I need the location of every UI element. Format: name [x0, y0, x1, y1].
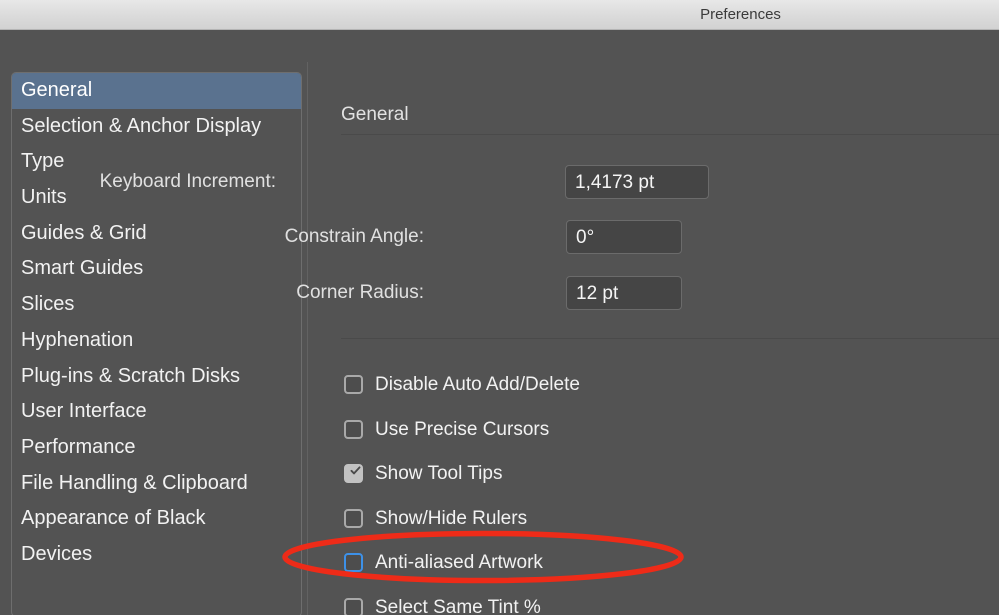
dialog-body: General Selection & Anchor Display Type Uni… — [0, 31, 999, 615]
window-title: Preferences — [700, 6, 781, 23]
checkbox-label: Use Precise Cursors — [375, 418, 550, 440]
sidebar-item-user-interface[interactable]: User Interface — [12, 394, 301, 430]
sidebar-item-smart-guides[interactable]: Smart Guides — [12, 251, 301, 287]
divider-top — [341, 134, 999, 135]
sidebar-item-file-handling-clipboard[interactable]: File Handling & Clipboard — [12, 466, 301, 502]
divider-middle — [341, 338, 999, 339]
checkbox-label: Disable Auto Add/Delete — [375, 374, 580, 395]
sidebar-item-plug-ins-scratch-disks[interactable]: Plug-ins & Scratch Disks — [12, 359, 301, 395]
corner-radius-value: 12 pt — [576, 283, 619, 304]
sidebar-item-appearance-of-black[interactable]: Appearance of Black — [12, 501, 301, 537]
field-row-corner-radius: Corner Radius: 12 pt — [296, 276, 682, 310]
sidebar-item-devices[interactable]: Devices — [12, 537, 301, 573]
checkbox-checked-icon[interactable] — [344, 464, 363, 483]
field-row-constrain-angle: Constrain Angle: 0° — [285, 220, 682, 254]
content-pane: General Keyboard Increment: 1,4173 pt Co… — [100, 62, 999, 615]
checkbox-label: Anti-aliased Artwork — [375, 552, 543, 573]
constrain-angle-label: Constrain Angle: — [284, 226, 424, 247]
category-list[interactable]: General Selection & Anchor Display Type Uni… — [11, 72, 302, 615]
checkbox-label: Show/Hide Rulers — [375, 507, 528, 529]
field-row-keyboard-increment: Keyboard Increment: 1,4173 pt — [100, 165, 709, 199]
sidebar-item-general[interactable]: General — [12, 73, 301, 109]
checkbox-label: Select Same Tint % — [375, 596, 541, 615]
title-bar: Preferences — [0, 0, 999, 30]
corner-radius-label: Corner Radius: — [296, 282, 424, 303]
checkbox-unchecked-icon[interactable] — [344, 508, 363, 528]
sidebar-item-selection-anchor-display[interactable]: Selection & Anchor Display — [12, 109, 301, 145]
checkbox-label: Show Tool Tips — [375, 463, 503, 484]
corner-radius-input[interactable]: 12 pt — [566, 276, 682, 310]
sidebar-item-guides-grid[interactable]: Guides & Grid — [12, 216, 301, 252]
sidebar-item-hyphenation[interactable]: Hyphenation — [12, 323, 301, 359]
checkbox-unchecked-icon[interactable] — [344, 375, 363, 394]
checkbox-unchecked-icon[interactable] — [344, 419, 363, 439]
checkmark-icon — [350, 466, 361, 475]
constrain-angle-input[interactable]: 0° — [566, 220, 682, 254]
constrain-angle-value: 0° — [576, 227, 595, 248]
sidebar-item-performance[interactable]: Performance — [12, 430, 301, 466]
keyboard-increment-input[interactable]: 1,4173 pt — [565, 165, 709, 199]
checkbox-unchecked-icon[interactable] — [344, 553, 363, 572]
keyboard-increment-value: 1,4173 pt — [575, 172, 655, 193]
page-title: General — [341, 104, 409, 125]
keyboard-increment-label: Keyboard Increment: — [99, 171, 276, 192]
checkbox-unchecked-icon[interactable] — [344, 597, 363, 615]
sidebar-item-slices[interactable]: Slices — [12, 287, 301, 323]
preferences-window: Preferences General Selection & Anchor Di… — [0, 0, 999, 615]
